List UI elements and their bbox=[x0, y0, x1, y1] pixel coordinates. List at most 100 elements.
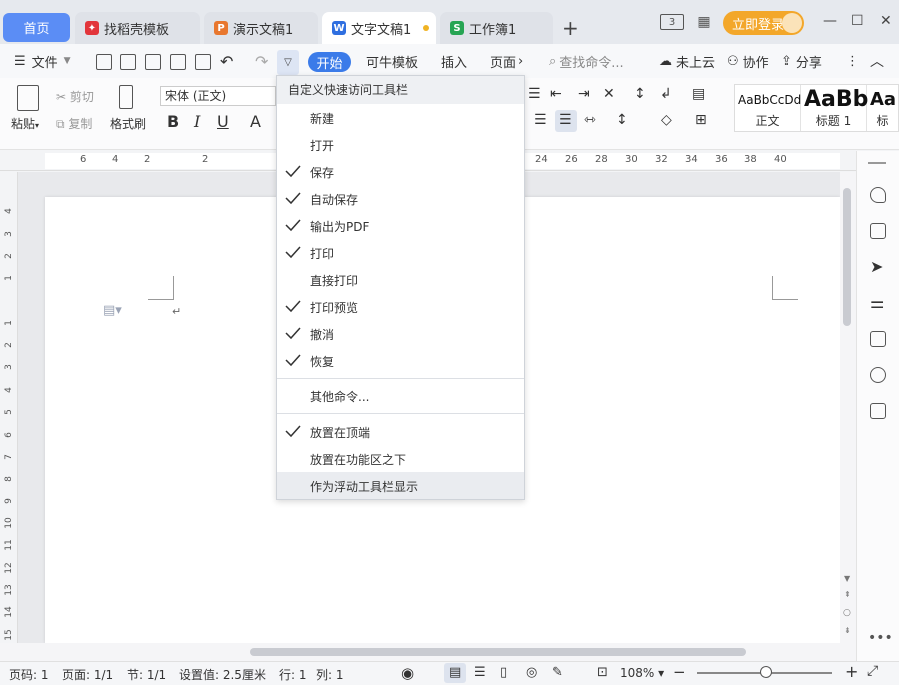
distribute-icon[interactable]: ⇿ bbox=[584, 112, 596, 128]
rocket-icon[interactable] bbox=[870, 187, 886, 203]
align-right-icon[interactable]: ☰ bbox=[534, 112, 547, 128]
print-preview-icon[interactable] bbox=[195, 54, 211, 70]
book-search-icon[interactable] bbox=[870, 403, 886, 419]
menu-item[interactable]: 打开 bbox=[277, 131, 524, 158]
reading-view-icon[interactable]: ▯ bbox=[500, 665, 507, 680]
undo-icon[interactable]: ↶ bbox=[220, 44, 233, 78]
status-row[interactable]: 行: 1 bbox=[279, 666, 307, 683]
browse-object-icon[interactable]: ○ bbox=[843, 608, 851, 618]
next-page-icon[interactable]: ⇟ bbox=[844, 626, 851, 635]
minimize-icon[interactable]: — bbox=[823, 13, 837, 29]
pdf-icon[interactable] bbox=[145, 54, 161, 70]
sort-icon[interactable]: ↕ bbox=[634, 86, 646, 102]
fit-page-icon[interactable]: ⊡ bbox=[597, 665, 608, 680]
menu-item[interactable]: 新建 bbox=[277, 104, 524, 131]
collapse-ribbon-icon[interactable]: ︿ bbox=[870, 44, 884, 78]
border-icon[interactable]: ⊞ bbox=[695, 112, 707, 128]
eye-protection-icon[interactable]: ◉ bbox=[401, 664, 414, 682]
style-heading-2[interactable]: Aa 标 bbox=[867, 85, 898, 131]
maximize-icon[interactable]: ☐ bbox=[851, 13, 864, 29]
vertical-scroll-thumb[interactable] bbox=[843, 188, 851, 326]
menu-item[interactable]: 放置在顶端 bbox=[277, 418, 524, 445]
numbering-icon[interactable]: ☰ bbox=[528, 86, 541, 102]
font-name-select[interactable]: 宋体 (正文) bbox=[160, 86, 276, 106]
new-tab-icon[interactable]: + bbox=[562, 16, 579, 40]
ai-icon[interactable] bbox=[870, 331, 886, 347]
web-view-icon[interactable]: ◎ bbox=[526, 665, 537, 680]
status-setting[interactable]: 设置值: 2.5厘米 bbox=[179, 666, 266, 683]
format-painter-icon[interactable] bbox=[119, 85, 133, 109]
style-normal[interactable]: AaBbCcDd 正文 bbox=[735, 85, 801, 131]
tab-page[interactable]: 页面 › bbox=[490, 44, 523, 78]
collab-button[interactable]: ⚇ 协作 bbox=[727, 44, 769, 78]
menu-item[interactable]: 撤消 bbox=[277, 320, 524, 347]
tab-document[interactable]: W 文字文稿1 bbox=[322, 12, 436, 44]
cursor-icon[interactable]: ➤ bbox=[870, 259, 886, 275]
menu-item[interactable]: 恢复 bbox=[277, 347, 524, 374]
tab-template-gallery[interactable]: 可牛模板 bbox=[366, 44, 418, 78]
shading-icon[interactable]: ◇ bbox=[661, 112, 672, 128]
status-page-number[interactable]: 页码: 1 bbox=[9, 666, 49, 683]
lightning-icon[interactable] bbox=[870, 367, 886, 383]
menu-item-other-commands[interactable]: 其他命令... bbox=[277, 382, 524, 409]
tab-start[interactable]: 开始 bbox=[308, 52, 351, 72]
sliders-icon[interactable]: ⚌ bbox=[870, 295, 886, 311]
line-spacing-icon[interactable]: ↕ bbox=[616, 112, 628, 128]
search-input[interactable]: 查找命令... bbox=[559, 52, 623, 71]
sidebar-handle-icon[interactable] bbox=[868, 162, 886, 164]
chinese-layout-icon[interactable]: ✕ bbox=[603, 86, 615, 102]
show-marks-icon[interactable]: ↲ bbox=[660, 86, 672, 102]
menu-item[interactable]: 直接打印 bbox=[277, 266, 524, 293]
strikethrough-icon[interactable]: A bbox=[250, 112, 261, 131]
zoom-level[interactable]: 108% ▾ bbox=[620, 666, 664, 680]
print-icon[interactable] bbox=[170, 54, 186, 70]
status-section[interactable]: 节: 1/1 bbox=[127, 666, 166, 683]
zoom-slider-handle[interactable] bbox=[760, 666, 772, 678]
paragraph-options-icon[interactable]: ▤▾ bbox=[103, 303, 122, 318]
outline-view-icon[interactable]: ☰ bbox=[474, 665, 486, 680]
share-button[interactable]: ⇪ 分享 bbox=[781, 44, 822, 78]
apps-grid-icon[interactable]: ▦ bbox=[695, 14, 713, 30]
underline-icon[interactable]: U bbox=[217, 112, 229, 131]
window-count-icon[interactable]: 3 bbox=[660, 14, 684, 30]
cloud-status[interactable]: ☁ 未上云 bbox=[659, 44, 715, 78]
new-doc-icon[interactable] bbox=[96, 54, 112, 70]
fullscreen-icon[interactable]: ⤢ bbox=[867, 663, 878, 679]
outdent-icon[interactable]: ⇤ bbox=[550, 86, 562, 102]
redo-icon[interactable]: ↷ bbox=[255, 44, 268, 78]
write-view-icon[interactable]: ✎ bbox=[552, 665, 563, 680]
paste-button[interactable]: 粘贴▾ bbox=[11, 115, 39, 132]
command-search[interactable]: ⌕ 查找命令... bbox=[549, 44, 624, 78]
more-icon[interactable]: ⋮ bbox=[846, 44, 859, 78]
tab-insert[interactable]: 插入 bbox=[441, 44, 467, 78]
tab-spreadsheet[interactable]: S 工作簿1 bbox=[440, 12, 553, 44]
cut-button[interactable]: ✂ 剪切 bbox=[56, 88, 94, 105]
italic-icon[interactable]: I bbox=[194, 112, 200, 131]
bold-icon[interactable]: B bbox=[167, 112, 179, 131]
table-lines-icon[interactable]: ▤ bbox=[692, 86, 705, 102]
menu-item[interactable]: 放置在功能区之下 bbox=[277, 445, 524, 472]
tab-template[interactable]: ✦ 找稻壳模板 bbox=[75, 12, 200, 44]
quick-access-dropdown-button[interactable]: ▽ bbox=[277, 50, 299, 75]
menu-item[interactable]: 输出为PDF bbox=[277, 212, 524, 239]
menu-item[interactable]: 作为浮动工具栏显示 bbox=[277, 472, 524, 499]
menu-item[interactable]: 自动保存 bbox=[277, 185, 524, 212]
style-heading-1[interactable]: AaBb 标题 1 bbox=[801, 85, 868, 131]
prev-page-icon[interactable]: ⇞ bbox=[844, 590, 851, 599]
status-column[interactable]: 列: 1 bbox=[316, 666, 344, 683]
zoom-out-icon[interactable]: − bbox=[673, 663, 686, 681]
status-pages[interactable]: 页面: 1/1 bbox=[62, 666, 113, 683]
save-icon[interactable] bbox=[120, 54, 136, 70]
menu-item[interactable]: 打印预览 bbox=[277, 293, 524, 320]
file-menu[interactable]: ☰ 文件 ▼ bbox=[14, 44, 71, 78]
more-horizontal-icon[interactable]: ••• bbox=[868, 630, 893, 646]
scroll-down-arrow-icon[interactable]: ▼ bbox=[844, 574, 850, 583]
zoom-in-icon[interactable]: + bbox=[845, 662, 858, 681]
format-painter-button[interactable]: 格式刷 bbox=[110, 115, 146, 132]
close-icon[interactable]: ✕ bbox=[880, 13, 892, 29]
indent-icon[interactable]: ⇥ bbox=[578, 86, 590, 102]
menu-item[interactable]: 保存 bbox=[277, 158, 524, 185]
copy-button[interactable]: ⧉ 复制 bbox=[56, 115, 92, 132]
paste-icon[interactable] bbox=[17, 85, 39, 111]
pen-icon[interactable] bbox=[870, 223, 886, 239]
